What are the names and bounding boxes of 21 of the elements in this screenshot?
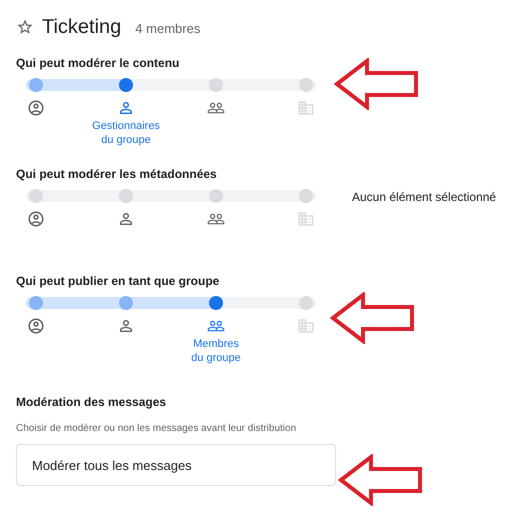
section-description: Choisir de modérer ou non les messages avant leur distribution <box>16 423 298 434</box>
member-count: 4 membres <box>135 21 200 36</box>
stop-caption: Membres du groupe <box>191 337 241 365</box>
star-icon[interactable] <box>16 18 34 36</box>
slider-stop[interactable] <box>29 296 43 310</box>
stop-caption: Gestionnaires du groupe <box>92 119 160 147</box>
moderation-select[interactable]: Modérer tous les messages <box>16 444 336 486</box>
slider-stop[interactable] <box>119 296 133 310</box>
slider-stop[interactable] <box>119 189 133 203</box>
slider-stop[interactable] <box>119 78 133 92</box>
slider-stop[interactable] <box>29 78 43 92</box>
setting-label: Qui peut modérer les métadonnées <box>16 167 218 183</box>
group-title: Ticketing <box>42 16 122 38</box>
section-title: Modération des messages <box>16 395 168 409</box>
slider-stop[interactable] <box>209 189 223 203</box>
selection-note: Aucun élément sélectionné <box>352 190 496 204</box>
slider-stop[interactable] <box>209 296 223 310</box>
setting-label: Qui peut modérer le contenu <box>16 56 180 72</box>
setting-label: Qui peut publier en tant que groupe <box>16 274 220 290</box>
slider-stop[interactable] <box>29 189 43 203</box>
slider-stop[interactable] <box>209 78 223 92</box>
